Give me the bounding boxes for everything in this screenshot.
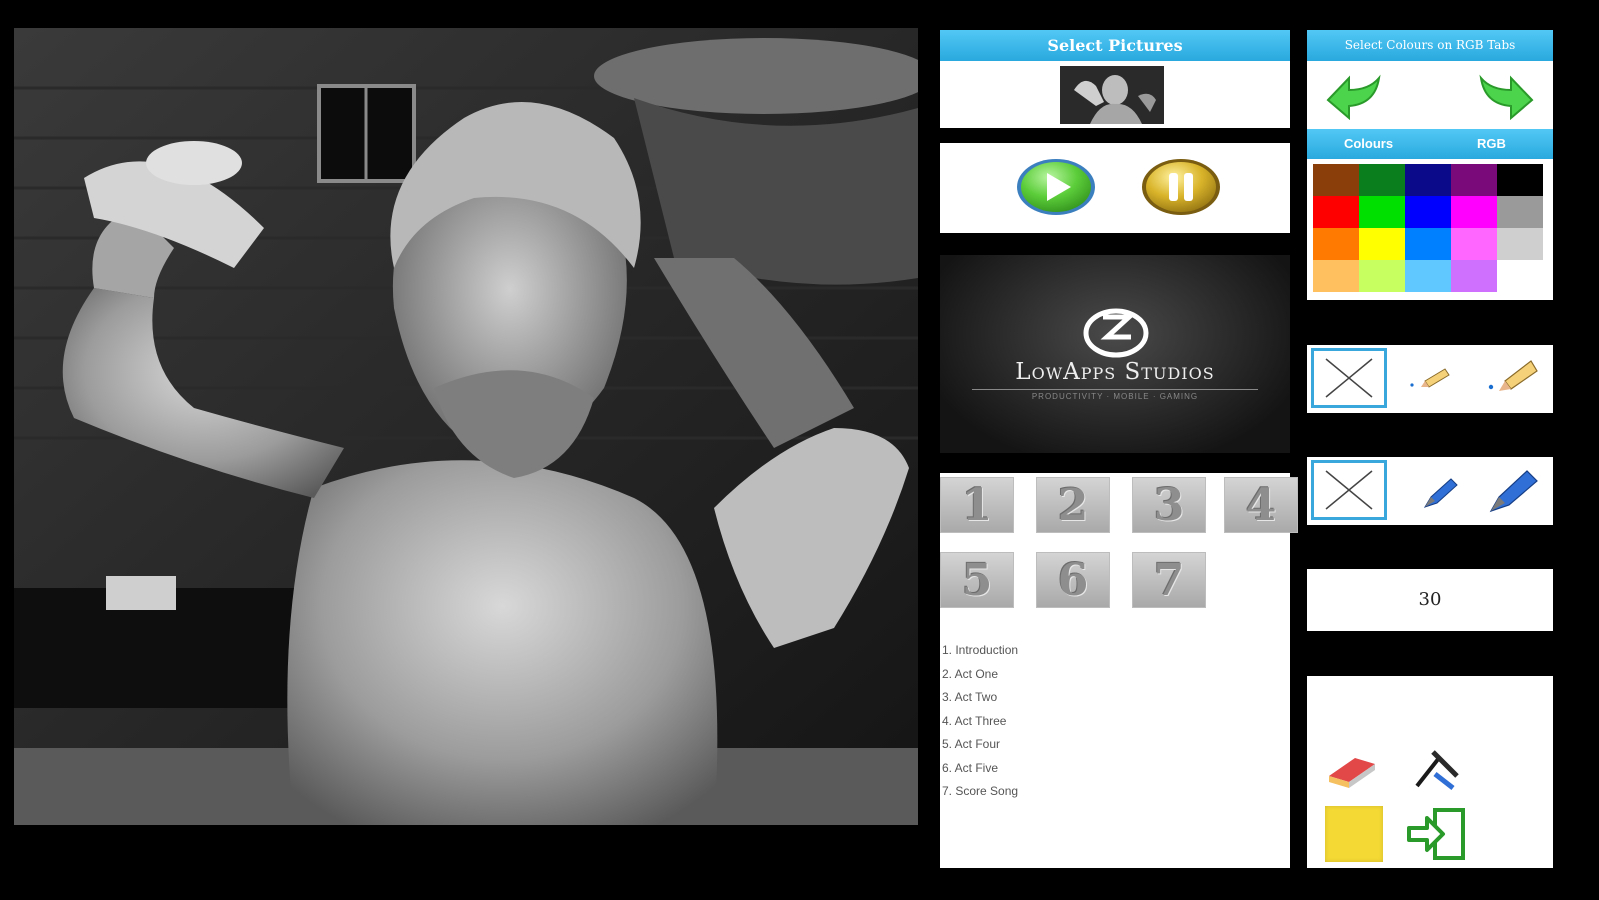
tools-panel	[1307, 676, 1553, 868]
colour-swatch[interactable]	[1359, 228, 1405, 260]
marker-large-icon	[1489, 470, 1538, 513]
pencil-small-button[interactable]	[1405, 359, 1455, 399]
scene-tile-2[interactable]: 2	[1036, 477, 1110, 533]
colour-swatch[interactable]	[1451, 228, 1497, 260]
logo-tagline: PRODUCTIVITY · MOBILE · GAMING	[1031, 392, 1199, 401]
next-arrow-button[interactable]	[1477, 70, 1537, 121]
colour-swatch[interactable]	[1451, 196, 1497, 228]
scene-item-act-three[interactable]: 4. Act Three	[940, 710, 1290, 734]
pencil-small-icon	[1410, 368, 1450, 388]
colour-swatch[interactable]	[1497, 228, 1543, 260]
exit-icon	[1407, 808, 1465, 860]
logo-panel: LowApps Studios PRODUCTIVITY · MOBILE · …	[940, 255, 1290, 453]
scene-item-introduction[interactable]: 1. Introduction	[940, 639, 1290, 663]
colour-swatch[interactable]	[1313, 164, 1359, 196]
play-icon	[1017, 159, 1095, 215]
marker-size-panel	[1307, 457, 1553, 525]
marker-large-button[interactable]	[1483, 463, 1545, 519]
colour-swatch[interactable]	[1451, 260, 1497, 292]
colour-swatch[interactable]	[1405, 196, 1451, 228]
colour-swatch[interactable]	[1497, 196, 1543, 228]
scene-tile-5[interactable]: 5	[940, 552, 1014, 608]
scene-item-act-four[interactable]: 5. Act Four	[940, 733, 1290, 757]
tab-colours[interactable]: Colours	[1307, 129, 1430, 159]
tab-rgb[interactable]: RGB	[1430, 129, 1553, 159]
picture-canvas[interactable]	[14, 28, 918, 825]
colour-swatch[interactable]	[1405, 260, 1451, 292]
pencil-size-panel	[1307, 345, 1553, 413]
colour-panel: Select Colours on RGB Tabs Colours RGB	[1307, 30, 1553, 300]
scene-item-score-song[interactable]: 7. Score Song	[940, 780, 1290, 804]
colour-panel-title: Select Colours on RGB Tabs	[1307, 30, 1553, 61]
scene-tile-1[interactable]: 1	[940, 477, 1014, 533]
arrow-left-icon	[1326, 74, 1381, 121]
cross-icon	[1325, 470, 1373, 510]
brush-size-value: 30	[1418, 589, 1442, 610]
previous-arrow-button[interactable]	[1323, 70, 1383, 121]
colour-swatch[interactable]	[1405, 164, 1451, 196]
eraser-icon	[1329, 758, 1375, 788]
colour-swatch[interactable]	[1313, 260, 1359, 292]
marker-small-button[interactable]	[1417, 471, 1463, 515]
thumbnail-image	[1060, 66, 1164, 124]
exit-button[interactable]	[1405, 804, 1471, 864]
colour-swatch[interactable]	[1313, 196, 1359, 228]
pencil-large-button[interactable]	[1485, 351, 1545, 401]
scene-tile-3[interactable]: 3	[1132, 477, 1206, 533]
clear-button[interactable]	[1409, 744, 1461, 794]
play-button[interactable]	[1015, 157, 1097, 217]
arrow-right-icon	[1479, 74, 1534, 121]
select-pictures-panel: Select Pictures	[940, 30, 1290, 128]
scene-item-act-two[interactable]: 3. Act Two	[940, 686, 1290, 710]
eraser-button[interactable]	[1325, 748, 1381, 790]
colour-swatch[interactable]	[1359, 196, 1405, 228]
pause-icon	[1142, 159, 1220, 215]
squeegee-icon	[1415, 750, 1459, 790]
statue-image	[14, 28, 918, 825]
colour-palette	[1313, 164, 1547, 294]
scene-tile-7[interactable]: 7	[1132, 552, 1206, 608]
scene-list: 1. Introduction 2. Act One 3. Act Two 4.…	[940, 639, 1290, 804]
logo-name: LowApps Studios	[1015, 359, 1215, 385]
brush-size-panel[interactable]: 30	[1307, 569, 1553, 631]
scene-tile-6[interactable]: 6	[1036, 552, 1110, 608]
colour-swatch[interactable]	[1359, 260, 1405, 292]
colour-swatch[interactable]	[1497, 260, 1543, 292]
lowapps-logo-icon	[1083, 308, 1149, 358]
pause-button[interactable]	[1140, 157, 1222, 217]
pencil-large-icon	[1488, 360, 1538, 391]
marker-cancel-button[interactable]	[1311, 460, 1387, 520]
pencil-cancel-button[interactable]	[1311, 348, 1387, 408]
marker-small-icon	[1423, 478, 1458, 508]
colour-swatch[interactable]	[1451, 164, 1497, 196]
colour-swatch[interactable]	[1359, 164, 1405, 196]
cross-icon	[1325, 358, 1373, 398]
playback-panel	[940, 143, 1290, 233]
scenes-panel: 1234 567 1. Introduction 2. Act One 3. Ac…	[940, 473, 1298, 868]
colour-swatch[interactable]	[1313, 228, 1359, 260]
background-colour-button[interactable]	[1325, 806, 1383, 862]
select-pictures-title: Select Pictures	[940, 30, 1290, 61]
colour-swatch[interactable]	[1497, 164, 1543, 196]
scene-tile-4[interactable]: 4	[1224, 477, 1298, 533]
picture-thumbnail[interactable]	[1060, 66, 1164, 124]
scene-item-act-one[interactable]: 2. Act One	[940, 663, 1290, 687]
logo-rule	[972, 389, 1258, 390]
colour-swatch[interactable]	[1405, 228, 1451, 260]
scene-item-act-five[interactable]: 6. Act Five	[940, 757, 1290, 781]
